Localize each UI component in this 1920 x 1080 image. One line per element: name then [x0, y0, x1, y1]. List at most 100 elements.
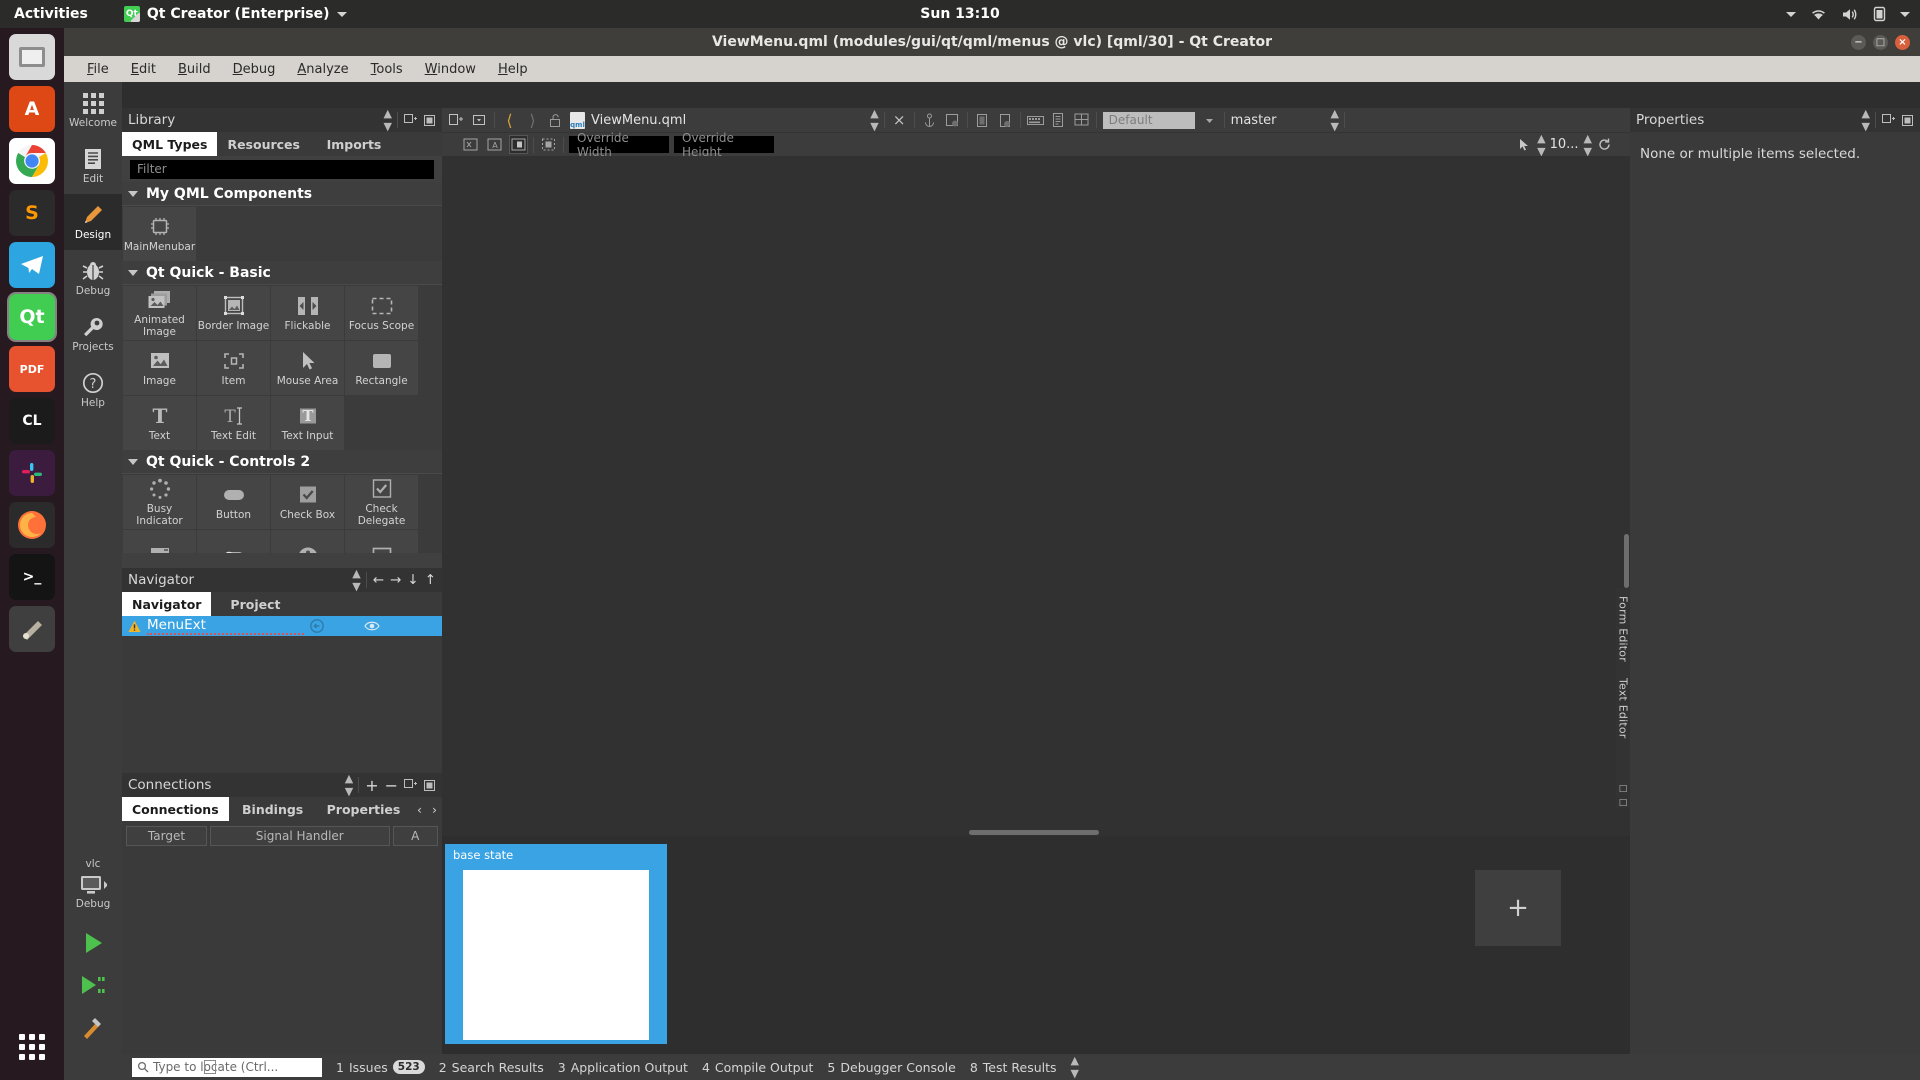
- grid-icon[interactable]: [1073, 112, 1090, 129]
- library-item-text[interactable]: T Text: [123, 396, 196, 450]
- sublime-text-icon[interactable]: S: [9, 190, 55, 236]
- device-icon[interactable]: [974, 112, 991, 129]
- library-item-mouse-area[interactable]: Mouse Area: [271, 341, 344, 395]
- status-item-compile-output[interactable]: 4 Compile Output: [702, 1060, 813, 1075]
- override-width-input[interactable]: Override Width: [569, 131, 669, 159]
- split-dropdown-icon[interactable]: [471, 112, 488, 129]
- library-item-switch[interactable]: [197, 530, 270, 553]
- reset-view-icon[interactable]: [1596, 136, 1613, 153]
- chevron-left-icon[interactable]: ‹: [412, 797, 427, 821]
- updown-icon[interactable]: ▲ ▼: [1584, 132, 1593, 158]
- telegram-icon[interactable]: [9, 242, 55, 288]
- navigator-row-menuext[interactable]: MenuExt: [122, 616, 442, 636]
- filter-input[interactable]: Filter: [130, 159, 434, 179]
- select-only-icon[interactable]: [539, 135, 558, 154]
- clion-icon[interactable]: CL: [9, 398, 55, 444]
- library-item-rectangle[interactable]: Rectangle: [345, 341, 418, 395]
- library-item-focus-scope[interactable]: Focus Scope: [345, 286, 418, 340]
- chevron-down-icon[interactable]: [1900, 11, 1910, 17]
- expand-icon[interactable]: [404, 113, 417, 127]
- firefox-icon[interactable]: [9, 502, 55, 548]
- mode-help[interactable]: ? Help: [64, 362, 122, 418]
- library-item-check-delegate[interactable]: Check Delegate: [345, 475, 418, 529]
- collapse-icon[interactable]: [1901, 114, 1914, 127]
- slack-icon[interactable]: [9, 450, 55, 496]
- override-height-input[interactable]: Override Height: [674, 131, 774, 159]
- split-icon[interactable]: [448, 112, 465, 129]
- vtab-form-editor[interactable]: Form Editor: [1617, 588, 1630, 670]
- menu-help[interactable]: Help: [487, 59, 539, 80]
- show-applications-icon[interactable]: [9, 1024, 55, 1070]
- state-card-base[interactable]: base state: [445, 844, 667, 1044]
- snap-items-icon[interactable]: [509, 135, 528, 154]
- column-signal-handler[interactable]: Signal Handler: [209, 826, 390, 846]
- crop-icon[interactable]: [944, 112, 961, 129]
- gimp-icon[interactable]: [9, 606, 55, 652]
- status-item-debugger-console[interactable]: 5 Debugger Console: [827, 1060, 955, 1075]
- group-header-qt-quick-controls-2[interactable]: Qt Quick - Controls 2: [122, 450, 442, 474]
- expand-icon[interactable]: [1882, 113, 1895, 127]
- collapse-icon[interactable]: □: [1619, 798, 1628, 808]
- chevron-down-icon[interactable]: [1786, 11, 1796, 17]
- menu-build[interactable]: Build: [167, 59, 222, 80]
- open-file-selector[interactable]: qml ViewMenu.qml: [570, 111, 686, 129]
- updown-icon[interactable]: ▲ ▼: [352, 567, 361, 593]
- close-button[interactable]: ×: [1895, 34, 1910, 50]
- library-item-animated-image[interactable]: Animated Image: [123, 286, 196, 340]
- library-item-mainmenubar[interactable]: MainMenubar: [123, 207, 196, 261]
- updown-icon[interactable]: ▲ ▼: [1071, 1054, 1080, 1080]
- vtab-text-editor[interactable]: Text Editor: [1617, 670, 1630, 747]
- no-snapping-icon[interactable]: [461, 135, 480, 154]
- arrow-down-icon[interactable]: ↓: [407, 572, 418, 588]
- group-header-qt-quick-basic[interactable]: Qt Quick - Basic: [122, 261, 442, 285]
- select-tool-icon[interactable]: [1515, 136, 1532, 153]
- group-header-my-qml-components[interactable]: My QML Components: [122, 182, 442, 206]
- search-input[interactable]: Type to locate (Ctrl...: [132, 1057, 322, 1077]
- eye-icon[interactable]: [364, 620, 380, 632]
- tab-resources[interactable]: Resources: [217, 132, 310, 156]
- tab-project[interactable]: Project: [211, 592, 299, 616]
- mode-debug[interactable]: Debug: [64, 250, 122, 306]
- updown-icon[interactable]: ▲ ▼: [384, 107, 393, 133]
- library-item-dial[interactable]: [271, 530, 344, 553]
- keyboard-icon[interactable]: [1026, 112, 1044, 129]
- arrow-left-icon[interactable]: ←: [373, 572, 384, 588]
- library-item-button[interactable]: Button: [197, 475, 270, 529]
- menu-debug[interactable]: Debug: [222, 59, 287, 80]
- library-item-busy-indicator[interactable]: Busy Indicator: [123, 475, 196, 529]
- mode-design[interactable]: Design: [64, 194, 122, 250]
- updown-icon[interactable]: ▲ ▼: [345, 772, 354, 798]
- form-editor-canvas[interactable]: [442, 156, 1630, 836]
- chrome-icon[interactable]: [9, 138, 55, 184]
- menu-analyze[interactable]: Analyze: [286, 59, 359, 80]
- gnome-system-indicators[interactable]: [1786, 0, 1910, 28]
- menu-file[interactable]: FFileile: [76, 59, 120, 80]
- unlock-icon[interactable]: [547, 112, 564, 129]
- snap-anchors-icon[interactable]: A: [485, 135, 504, 154]
- status-item-test-results[interactable]: 8 Test Results: [970, 1060, 1057, 1075]
- canvas-horizontal-scrollbar[interactable]: [442, 829, 1630, 836]
- arrow-up-icon[interactable]: ↑: [425, 572, 436, 588]
- chevron-left-icon[interactable]: ⟨: [501, 111, 518, 130]
- chevron-right-icon[interactable]: ⟩: [524, 111, 541, 130]
- collapse-icon[interactable]: [423, 114, 436, 127]
- column-action[interactable]: A: [392, 826, 438, 846]
- build-button[interactable]: [70, 1006, 116, 1048]
- mode-edit[interactable]: Edit: [64, 138, 122, 194]
- tab-imports[interactable]: Imports: [310, 132, 398, 156]
- library-item-text-edit[interactable]: T Text Edit: [197, 396, 270, 450]
- terminal-icon[interactable]: >_: [9, 554, 55, 600]
- zoom-stepper-icon[interactable]: ▲ ▼: [1537, 132, 1546, 158]
- status-item-search-results[interactable]: 2 Search Results: [439, 1060, 544, 1075]
- activities-button[interactable]: Activities: [14, 6, 88, 22]
- library-item-item[interactable]: Item: [197, 341, 270, 395]
- mode-projects[interactable]: Projects: [64, 306, 122, 362]
- plus-icon[interactable]: +: [365, 776, 378, 795]
- tab-navigator[interactable]: Navigator: [122, 592, 212, 616]
- add-state-button[interactable]: +: [1475, 870, 1561, 946]
- library-item-combo-box[interactable]: [123, 530, 196, 553]
- close-icon[interactable]: ×: [891, 111, 908, 129]
- tab-bindings[interactable]: Bindings: [229, 797, 317, 821]
- menu-tools[interactable]: Tools: [360, 59, 414, 80]
- zoom-level-label[interactable]: 10...: [1550, 137, 1579, 152]
